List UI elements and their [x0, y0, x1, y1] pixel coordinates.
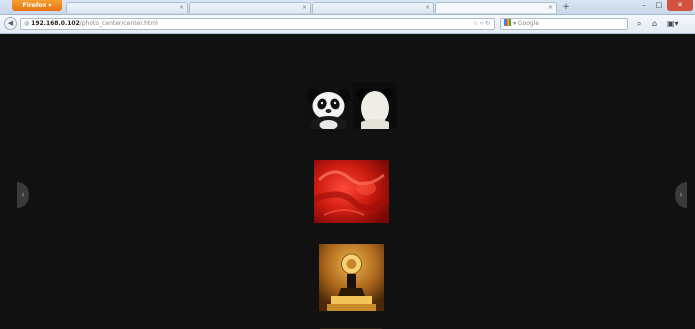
navigation-bar: ◀ ◍ 192.168.0.102/photo_center/center.ht…	[0, 15, 695, 34]
firefox-menu-label: Firefox	[22, 2, 47, 9]
tab-close-icon[interactable]: ×	[179, 3, 184, 13]
search-bar[interactable]: ▾ Google	[500, 18, 628, 30]
panda-back-image	[353, 82, 397, 129]
photo-panda-front[interactable]	[306, 82, 351, 129]
photo-panda-back[interactable]	[353, 82, 397, 129]
bookmark-star-icon[interactable]: ☆	[473, 20, 478, 27]
dropdown-arrow-icon[interactable]: ▿	[480, 20, 483, 27]
google-icon	[504, 19, 511, 26]
tab-close-icon[interactable]: ×	[548, 3, 553, 13]
tab-3[interactable]: ×	[312, 2, 434, 13]
menu-icon[interactable]: ▣▾	[667, 19, 679, 29]
browser-window: Firefox ▾ × × × × + – □ ✕ ◀ ◍ 192.168.0.…	[0, 0, 695, 329]
search-placeholder: Google	[517, 20, 540, 27]
gallery-page: ‹ ›	[0, 34, 695, 329]
search-icon[interactable]: ⌕	[637, 19, 641, 29]
url-bar-icons: ☆ ▿ ↻	[473, 19, 490, 29]
tab-2[interactable]: ×	[189, 2, 311, 13]
tab-close-icon[interactable]: ×	[302, 3, 307, 13]
photo-next-partial[interactable]	[320, 321, 382, 329]
back-button[interactable]: ◀	[4, 17, 17, 30]
url-bar[interactable]: ◍ 192.168.0.102/photo_center/center.html…	[20, 18, 495, 30]
url-host: 192.168.0.102	[31, 20, 80, 27]
url-path: /photo_center/center.html	[79, 20, 158, 27]
firefox-menu-button[interactable]: Firefox ▾	[12, 0, 62, 11]
photo-golden-statue[interactable]	[319, 244, 384, 311]
maximize-button[interactable]: □	[652, 0, 666, 11]
minimize-button[interactable]: –	[636, 0, 652, 11]
panda-front-image	[306, 82, 351, 129]
photo-red-abstract[interactable]	[314, 160, 389, 223]
tab-strip: Firefox ▾ × × × × + – □ ✕	[0, 0, 695, 15]
new-tab-button[interactable]: +	[560, 2, 572, 13]
tab-close-icon[interactable]: ×	[425, 3, 430, 13]
tab-1[interactable]: ×	[66, 2, 188, 13]
home-icon[interactable]: ⌂	[652, 19, 657, 29]
next-arrow-button[interactable]: ›	[675, 182, 687, 208]
tab-4[interactable]: ×	[435, 2, 557, 13]
reload-icon[interactable]: ↻	[485, 20, 490, 27]
golden-statue-image	[319, 244, 384, 311]
close-window-button[interactable]: ✕	[667, 0, 693, 11]
red-abstract-image	[314, 160, 389, 223]
previous-arrow-button[interactable]: ‹	[17, 182, 29, 208]
